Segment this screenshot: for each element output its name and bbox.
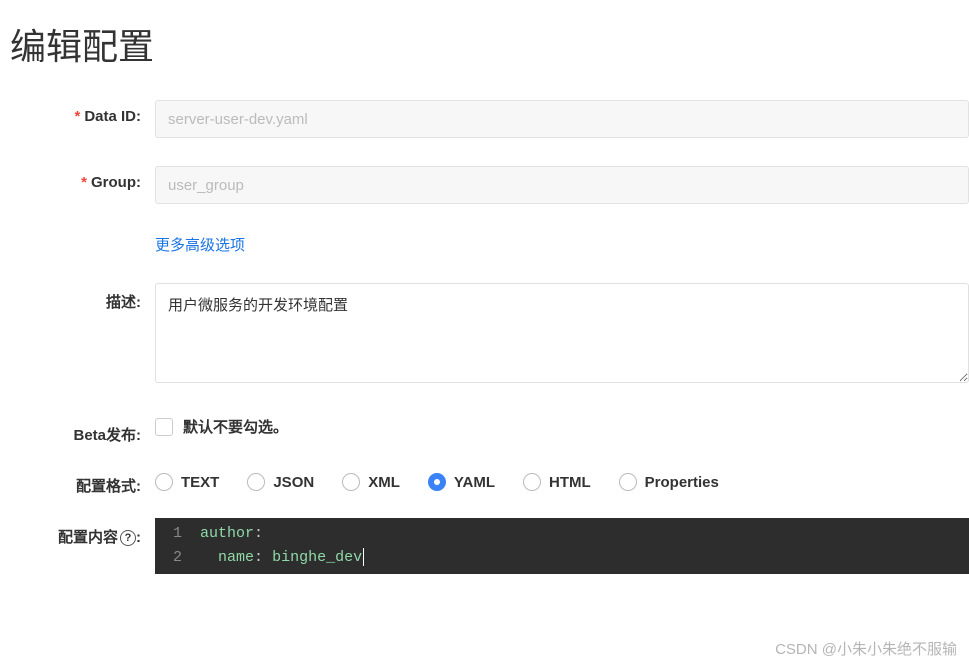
label-data-id: *Data ID: [0,100,155,125]
label-description: 描述: [0,283,155,312]
radio-label-json: JSON [273,474,314,491]
row-description: 描述: 用户微服务的开发环境配置 [0,283,969,388]
code-line-2: name: binghe_dev [200,546,364,570]
radio-label-text: TEXT [181,474,219,491]
radio-xml[interactable] [342,473,360,491]
more-advanced-link[interactable]: 更多高级选项 [155,234,245,255]
label-data-id-text: Data ID: [84,108,141,125]
label-group-text: Group: [91,174,141,191]
required-star-icon: * [81,174,87,191]
row-content: 配置内容?: 1 2 author: name: binghe_dev [0,518,969,574]
code-line-1: author: [200,522,364,546]
radio-label-html: HTML [549,474,591,491]
code-token-key: name [218,549,254,566]
watermark: CSDN @小朱小朱绝不服输 [775,638,957,659]
radio-properties[interactable] [619,473,637,491]
group-input[interactable] [155,166,969,204]
config-form: *Data ID: *Group: 更多高级选项 描述: 用户微服务的开发环境配… [0,80,969,574]
label-format: 配置格式: [0,467,155,496]
radio-label-yaml: YAML [454,474,495,491]
row-beta: Beta发布: 默认不要勾选。 [0,416,969,445]
row-data-id: *Data ID: [0,100,969,138]
radio-json[interactable] [247,473,265,491]
data-id-input[interactable] [155,100,969,138]
code-token-indent [200,549,218,566]
label-content-text: 配置内容 [58,529,118,546]
radio-yaml[interactable] [428,473,446,491]
cursor-icon [363,548,364,566]
radio-option-yaml[interactable]: YAML [428,473,495,491]
row-group: *Group: [0,166,969,204]
label-beta: Beta发布: [0,416,155,445]
line-number: 2 [173,546,182,570]
code-token-value: binghe_dev [272,549,362,566]
radio-label-xml: XML [368,474,400,491]
beta-checkbox[interactable] [155,418,173,436]
code-token-colon: : [254,549,272,566]
help-icon[interactable]: ? [120,530,136,546]
code-editor[interactable]: 1 2 author: name: binghe_dev [155,518,969,574]
code-gutter: 1 2 [155,518,192,574]
radio-option-text[interactable]: TEXT [155,473,219,491]
beta-checkbox-label: 默认不要勾选。 [183,416,288,437]
page-title: 编辑配置 [0,0,969,80]
format-radio-group: TEXT JSON XML YAML HTML [155,467,969,491]
label-content: 配置内容?: [0,518,155,547]
radio-label-properties: Properties [645,474,719,491]
row-format: 配置格式: TEXT JSON XML YAML [0,467,969,496]
line-number: 1 [173,522,182,546]
radio-html[interactable] [523,473,541,491]
description-textarea[interactable]: 用户微服务的开发环境配置 [155,283,969,383]
code-lines[interactable]: author: name: binghe_dev [192,518,372,574]
required-star-icon: * [74,108,80,125]
row-advanced: 更多高级选项 [0,232,969,255]
radio-option-properties[interactable]: Properties [619,473,719,491]
label-group: *Group: [0,166,155,191]
code-token-colon: : [254,525,263,542]
radio-text[interactable] [155,473,173,491]
code-token-key: author [200,525,254,542]
radio-option-html[interactable]: HTML [523,473,591,491]
radio-option-xml[interactable]: XML [342,473,400,491]
radio-option-json[interactable]: JSON [247,473,314,491]
